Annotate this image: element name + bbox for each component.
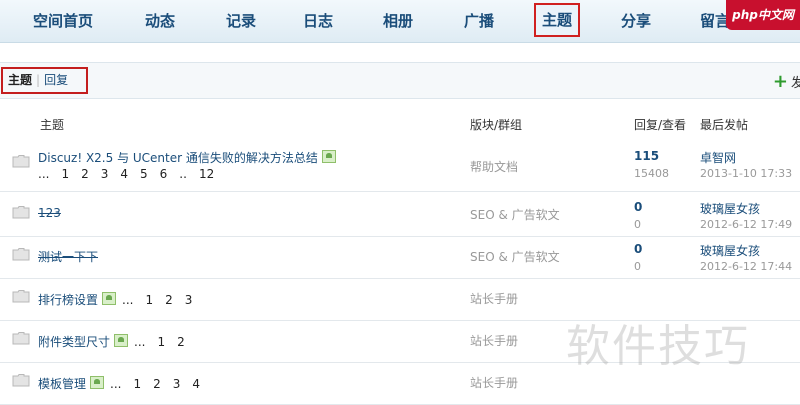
board-link[interactable]: 站长手册 bbox=[470, 374, 518, 391]
board-link[interactable]: 站长手册 bbox=[470, 332, 518, 349]
tab-separator: | bbox=[36, 73, 41, 87]
table-row: Discuz! X2.5 与 UCenter 通信失败的解决方法总结... 1 2 3… bbox=[0, 143, 800, 192]
page-link[interactable]: 1 bbox=[133, 377, 141, 391]
page-links: ... 1 2 bbox=[134, 335, 197, 349]
thread-title-link[interactable]: 模板管理 bbox=[38, 377, 86, 391]
thread-title-link[interactable]: 附件类型尺寸 bbox=[38, 335, 110, 349]
background-watermark: 软件技巧 bbox=[566, 321, 750, 372]
nav-item-0[interactable]: 空间首页 bbox=[33, 8, 93, 34]
board-link[interactable]: SEO & 广告软文 bbox=[470, 248, 560, 265]
nav-item-7[interactable]: 分享 bbox=[621, 8, 651, 34]
nav-item-3[interactable]: 日志 bbox=[303, 8, 333, 34]
nav-item-5[interactable]: 广播 bbox=[464, 8, 494, 34]
folder-icon bbox=[12, 204, 30, 219]
table-row: 测试一下下 SEO & 广告软文 0 0 玻璃屋女孩 2012-6-12 17:44 bbox=[0, 236, 800, 279]
sub-tabs-group: 主题 | 回复 bbox=[1, 67, 88, 94]
page-link[interactable]: 12 bbox=[199, 167, 214, 181]
last-poster-link[interactable]: 玻璃屋女孩 bbox=[700, 242, 760, 259]
table-row: 123 SEO & 广告软文 0 0 玻璃屋女孩 2012-6-12 17:49 bbox=[0, 194, 800, 237]
page-link[interactable]: 1 bbox=[61, 167, 69, 181]
thread-title-link[interactable]: 排行榜设置 bbox=[38, 293, 98, 307]
nav-item-1[interactable]: 动态 bbox=[145, 8, 175, 34]
thread-title-line: 测试一下下 bbox=[38, 248, 98, 265]
page-link[interactable]: 5 bbox=[140, 167, 148, 181]
board-link[interactable]: 站长手册 bbox=[470, 290, 518, 307]
page-link[interactable]: 2 bbox=[153, 377, 161, 391]
page-links: ... 1 2 3 4 bbox=[110, 377, 212, 391]
last-post-time[interactable]: 2012-6-12 17:44 bbox=[700, 260, 792, 273]
image-attachment-icon bbox=[90, 376, 105, 389]
page-link[interactable]: 4 bbox=[192, 377, 200, 391]
column-header-board: 版块/群组 bbox=[470, 118, 523, 132]
reply-count[interactable]: 115 bbox=[634, 149, 659, 163]
thread-title-link[interactable]: 测试一下下 bbox=[38, 250, 98, 264]
last-poster-link[interactable]: 卓智网 bbox=[700, 149, 736, 166]
last-poster-link[interactable]: 玻璃屋女孩 bbox=[700, 200, 760, 217]
page-link[interactable]: 3 bbox=[185, 293, 193, 307]
folder-icon bbox=[12, 288, 30, 303]
folder-icon bbox=[12, 372, 30, 387]
page-link[interactable]: 2 bbox=[81, 167, 89, 181]
page-link[interactable]: 6 bbox=[160, 167, 168, 181]
thread-title-link[interactable]: 123 bbox=[38, 206, 61, 220]
view-count: 0 bbox=[634, 218, 641, 231]
page-link[interactable]: 2 bbox=[165, 293, 173, 307]
folder-icon bbox=[12, 330, 30, 345]
column-header-stats: 回复/查看 bbox=[634, 118, 687, 132]
board-link[interactable]: 帮助文档 bbox=[470, 158, 518, 175]
page-link[interactable]: 1 bbox=[157, 335, 165, 349]
tab-replies[interactable]: 回复 bbox=[44, 73, 68, 87]
page-link[interactable]: .. bbox=[179, 167, 187, 181]
page-link[interactable]: 1 bbox=[145, 293, 153, 307]
nav-item-6[interactable]: 主题 bbox=[534, 3, 581, 37]
new-post-button[interactable]: + 发 bbox=[772, 71, 800, 92]
thread-title-link[interactable]: Discuz! X2.5 与 UCenter 通信失败的解决方法总结 bbox=[38, 151, 318, 165]
page-links: ... 1 2 3 4 5 6.. 12 bbox=[38, 167, 226, 181]
nav-item-4[interactable]: 相册 bbox=[383, 8, 413, 34]
image-attachment-icon bbox=[321, 150, 336, 163]
tab-topics[interactable]: 主题 bbox=[8, 73, 32, 87]
board-link[interactable]: SEO & 广告软文 bbox=[470, 206, 560, 223]
view-count: 15408 bbox=[634, 167, 669, 180]
page-link[interactable]: ... bbox=[122, 293, 133, 307]
reply-count[interactable]: 0 bbox=[634, 242, 642, 256]
folder-icon bbox=[12, 246, 30, 261]
top-navigation: 空间首页 动态 记录 日志 相册 广播 主题 分享 留言板 bbox=[0, 0, 800, 43]
page-link[interactable]: ... bbox=[110, 377, 121, 391]
page-link[interactable]: 3 bbox=[173, 377, 181, 391]
page-link[interactable]: 4 bbox=[120, 167, 128, 181]
page-link[interactable]: ... bbox=[134, 335, 145, 349]
column-header-lastpost: 最后发帖 bbox=[700, 118, 749, 132]
thread-title-line: Discuz! X2.5 与 UCenter 通信失败的解决方法总结 bbox=[38, 149, 336, 166]
thread-title-line: 附件类型尺寸... 1 2 bbox=[38, 333, 197, 350]
view-count: 0 bbox=[634, 260, 641, 273]
page-link[interactable]: 3 bbox=[101, 167, 109, 181]
last-post-time[interactable]: 2012-6-12 17:49 bbox=[700, 218, 792, 231]
nav-item-2[interactable]: 记录 bbox=[226, 8, 256, 34]
image-attachment-icon bbox=[102, 292, 117, 305]
plus-icon: + bbox=[772, 71, 788, 92]
page-link[interactable]: ... bbox=[38, 167, 49, 181]
last-post-time[interactable]: 2013-1-10 17:33 bbox=[700, 167, 792, 180]
sub-tab-bar: 主题 | 回复 + 发 bbox=[0, 62, 800, 99]
thread-title-line: 排行榜设置... 1 2 3 bbox=[38, 291, 204, 308]
thread-title-line: 模板管理... 1 2 3 4 bbox=[38, 375, 212, 392]
page-link[interactable]: 2 bbox=[177, 335, 185, 349]
page-links: ... 1 2 3 bbox=[122, 293, 204, 307]
column-header-title: 主题 bbox=[40, 118, 65, 132]
thread-title-line: 123 bbox=[38, 206, 61, 220]
reply-count[interactable]: 0 bbox=[634, 200, 642, 214]
folder-icon bbox=[12, 153, 30, 168]
new-post-label: 发 bbox=[790, 76, 800, 91]
site-watermark-logo: php中文网 bbox=[726, 0, 800, 30]
image-attachment-icon bbox=[114, 334, 129, 347]
